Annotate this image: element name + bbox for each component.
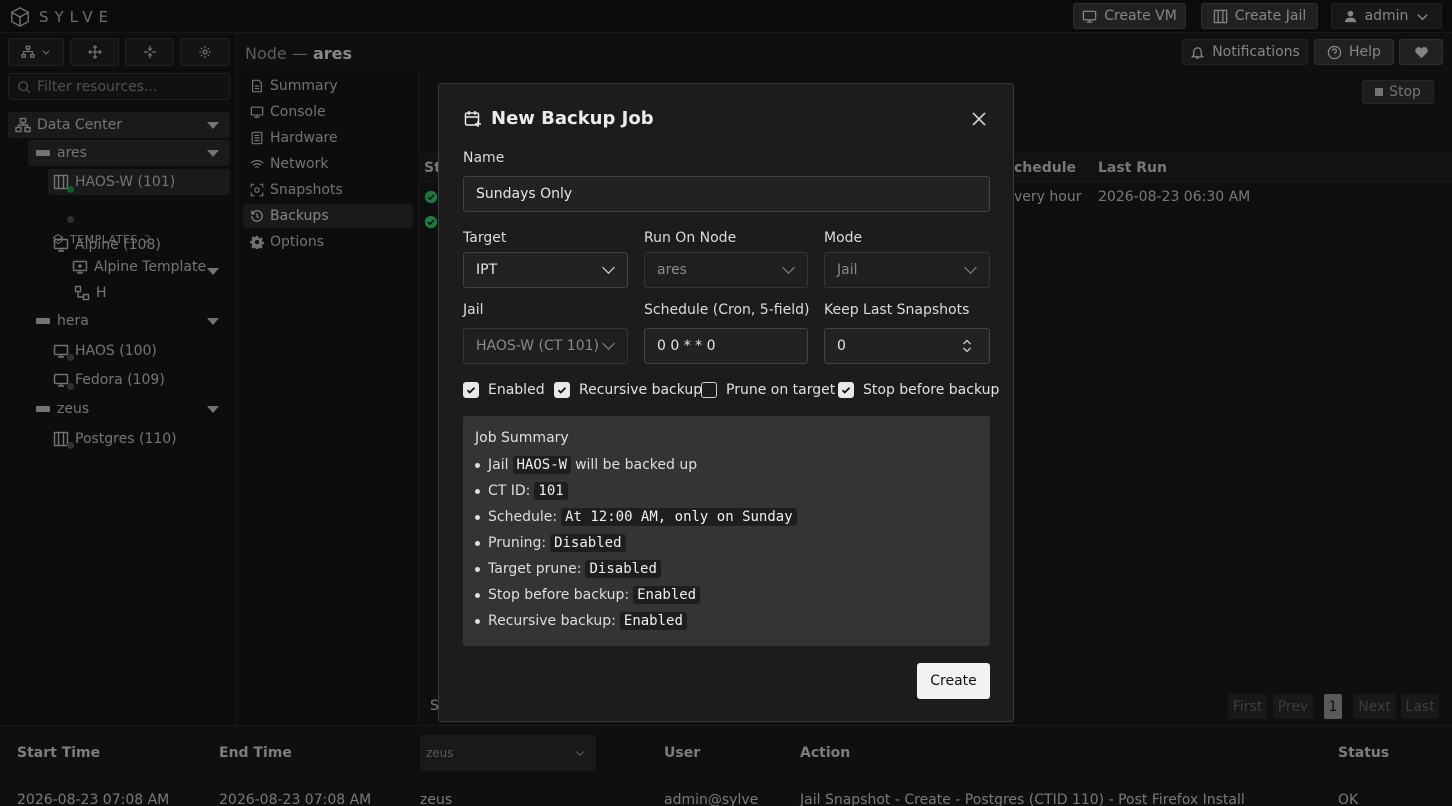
keep-last-snapshots-input[interactable]: 0 xyxy=(824,328,990,364)
summary-code: Disabled xyxy=(585,560,661,578)
schedule-input-value: 0 0 * * 0 xyxy=(657,338,716,354)
enabled-checkbox[interactable]: Enabled xyxy=(463,382,545,398)
checkbox-box xyxy=(463,382,479,398)
summary-code: Enabled xyxy=(619,612,687,630)
mode-select[interactable]: Jail xyxy=(824,252,990,288)
summary-item-pruning: Pruning: Disabled xyxy=(475,534,626,552)
summary-code: 101 xyxy=(534,482,568,500)
target-label: Target xyxy=(463,230,507,246)
summary-item-stop: Stop before backup: Enabled xyxy=(475,586,701,604)
check-icon xyxy=(466,387,476,394)
target-select-value: IPT xyxy=(476,262,498,278)
recursive-backup-label: Recursive backup xyxy=(579,382,703,398)
number-stepper-icon[interactable] xyxy=(961,337,973,355)
mode-label: Mode xyxy=(824,230,863,246)
target-select[interactable]: IPT xyxy=(463,252,628,288)
check-circle-icon xyxy=(424,190,438,204)
checkbox-box xyxy=(838,382,854,398)
summary-text: Recursive backup: xyxy=(488,613,616,629)
checkbox-box xyxy=(701,382,717,398)
summary-text: Schedule: xyxy=(488,509,558,525)
name-label: Name xyxy=(463,150,505,166)
recursive-backup-checkbox[interactable]: Recursive backup xyxy=(554,382,702,398)
job-summary: Job Summary Jail HAOS-W will be backed u… xyxy=(463,416,990,646)
run-on-node-label: Run On Node xyxy=(644,230,737,246)
summary-code: At 12:00 AM, only on Sunday xyxy=(561,508,797,526)
summary-text: CT ID: xyxy=(488,483,531,499)
summary-code: Enabled xyxy=(633,586,701,604)
stop-before-backup-checkbox[interactable]: Stop before backup xyxy=(838,382,999,398)
summary-item-recursive: Recursive backup: Enabled xyxy=(475,612,687,630)
mode-select-value: Jail xyxy=(837,262,858,278)
prune-on-target-label: Prune on target xyxy=(726,382,836,398)
summary-text: will be backed up xyxy=(575,457,698,473)
keep-last-snapshots-value: 0 xyxy=(837,338,846,354)
schedule-input[interactable]: 0 0 * * 0 xyxy=(644,328,808,364)
summary-code: Disabled xyxy=(550,534,626,552)
new-backup-job-dialog: New Backup Job Name Sundays Only Target … xyxy=(438,83,1014,722)
jail-label: Jail xyxy=(463,302,484,318)
summary-text: Jail xyxy=(488,457,509,473)
summary-item-jail: Jail HAOS-W will be backed up xyxy=(475,456,697,474)
chevron-down-icon xyxy=(782,261,795,274)
run-on-node-select[interactable]: ares xyxy=(644,252,808,288)
jail-select-value: HAOS-W (CT 101) xyxy=(476,338,599,354)
schedule-label: Schedule (Cron, 5-field) xyxy=(644,302,810,318)
summary-item-ctid: CT ID: 101 xyxy=(475,482,568,500)
enabled-label: Enabled xyxy=(488,382,545,398)
create-button[interactable]: Create xyxy=(917,663,990,699)
summary-text: Target prune: xyxy=(488,561,582,577)
summary-code: HAOS-W xyxy=(512,456,572,474)
chevron-down-icon xyxy=(602,337,615,350)
calendar-plus-icon xyxy=(464,110,481,127)
chevron-down-icon xyxy=(964,261,977,274)
name-input-value: Sundays Only xyxy=(476,186,573,202)
summary-text: Pruning: xyxy=(488,535,547,551)
dialog-title-text: New Backup Job xyxy=(491,108,654,129)
keep-last-snapshots-label: Keep Last Snapshots xyxy=(824,302,970,318)
jail-select[interactable]: HAOS-W (CT 101) xyxy=(463,328,628,364)
summary-text: Stop before backup: xyxy=(488,587,630,603)
stop-before-backup-label: Stop before backup xyxy=(863,382,1000,398)
summary-item-target-prune: Target prune: Disabled xyxy=(475,560,661,578)
run-on-node-value: ares xyxy=(657,262,687,278)
job-summary-title: Job Summary xyxy=(475,430,569,446)
name-input[interactable]: Sundays Only xyxy=(463,176,990,212)
check-icon xyxy=(557,387,567,394)
check-icon xyxy=(841,387,851,394)
dialog-title: New Backup Job xyxy=(464,108,654,129)
chevron-down-icon xyxy=(602,261,615,274)
checkbox-box xyxy=(554,382,570,398)
check-circle-icon xyxy=(424,215,438,229)
prune-on-target-checkbox[interactable]: Prune on target xyxy=(701,382,835,398)
close-icon[interactable] xyxy=(969,109,989,129)
summary-item-schedule: Schedule: At 12:00 AM, only on Sunday xyxy=(475,508,797,526)
